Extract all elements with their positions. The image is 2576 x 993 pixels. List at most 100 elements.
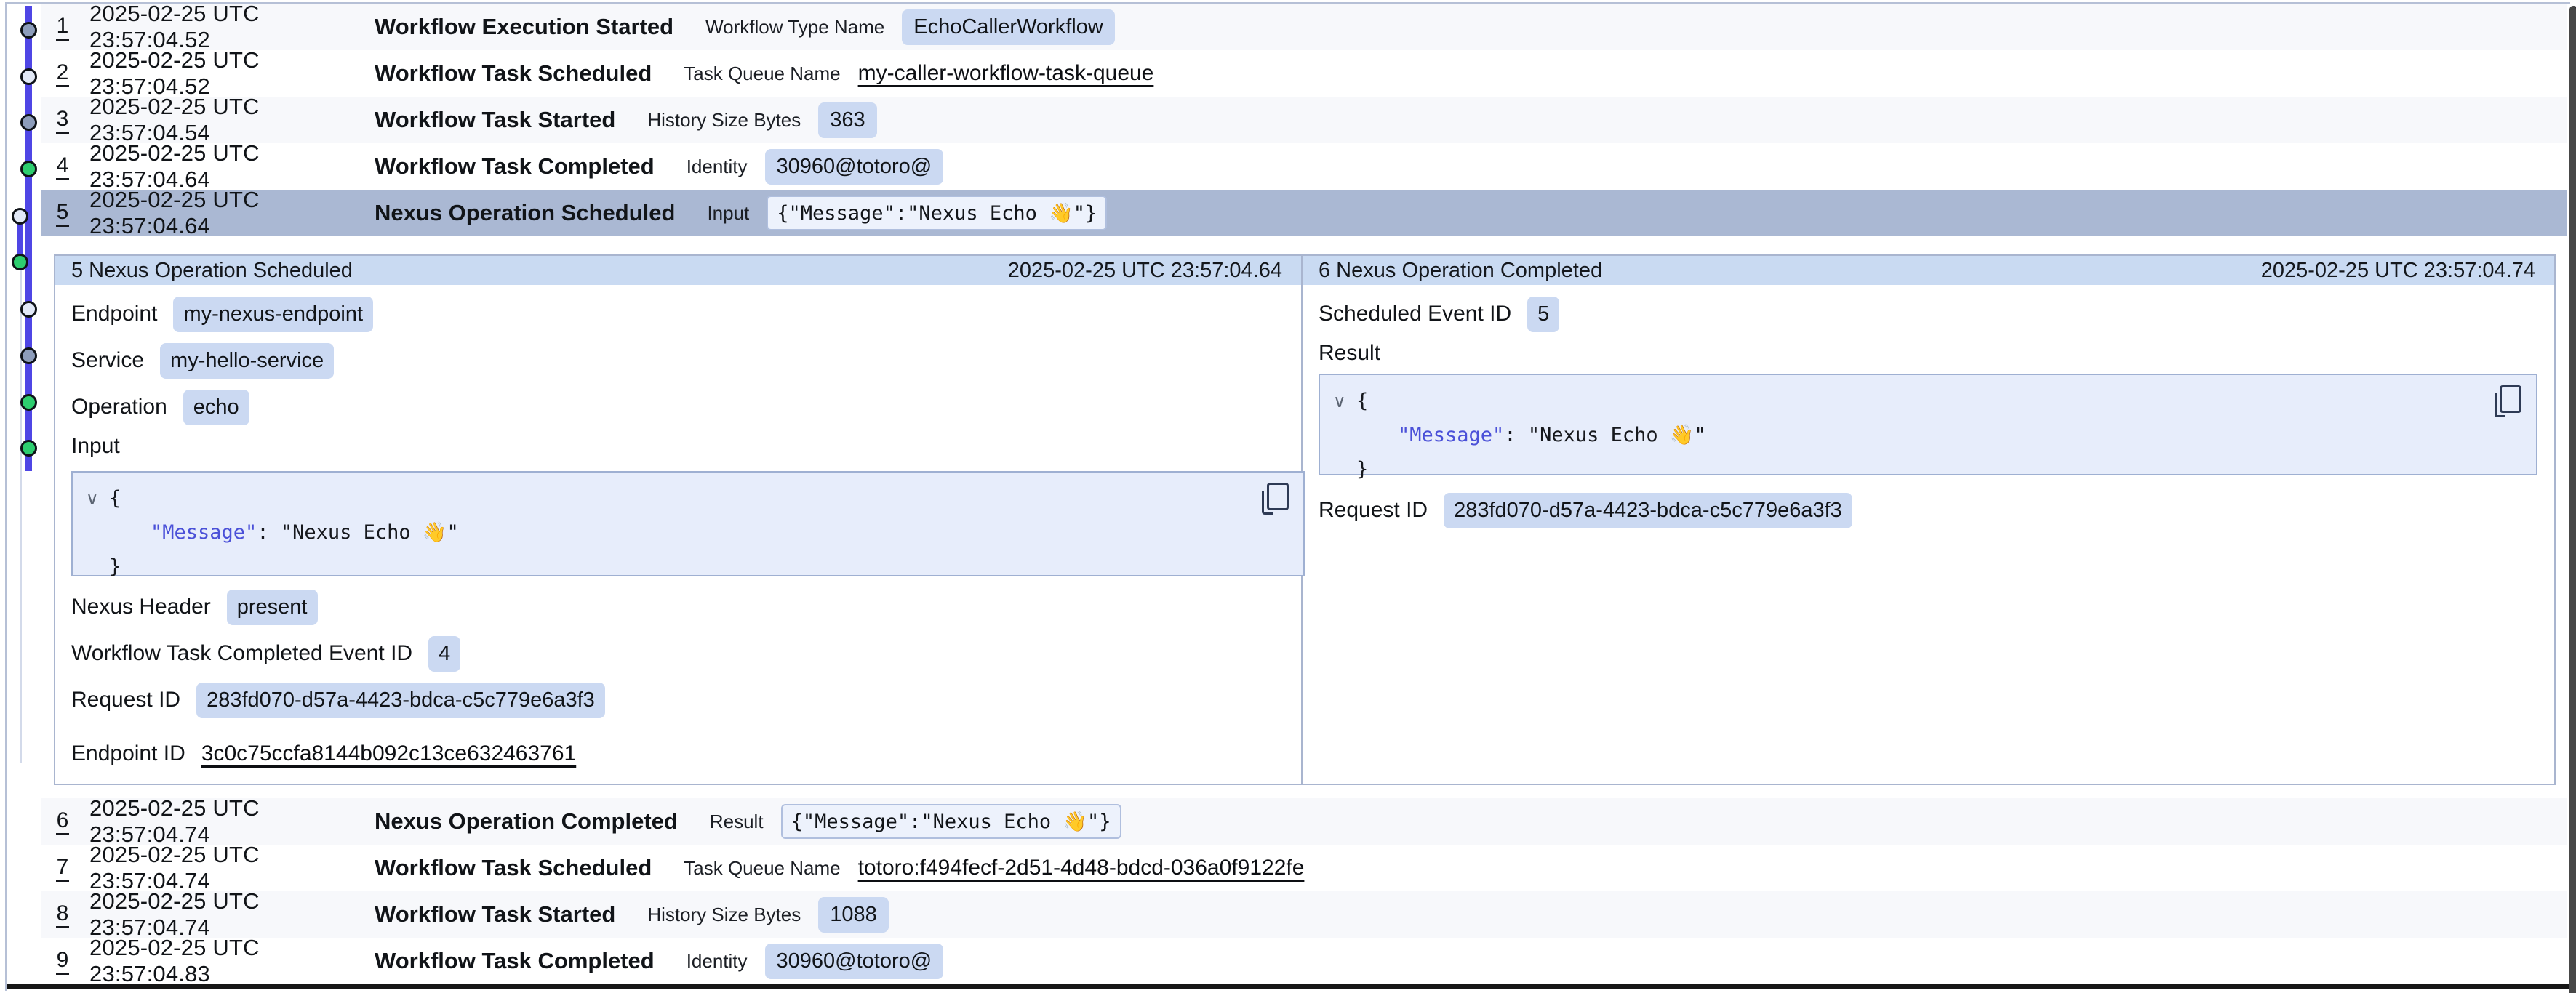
event-id-link[interactable]: 3 [56,107,69,134]
bottom-divider-bar [7,984,2570,989]
timeline-event-dot-scheduled[interactable] [20,68,37,85]
json-key: "Message" [1398,424,1504,446]
event-name: Workflow Task Completed [375,153,655,180]
timeline-event-dot-scheduled[interactable] [12,208,28,225]
nexus-scheduled-panel: 5 Nexus Operation Scheduled 2025-02-25 U… [55,256,1303,784]
panel-timestamp: 2025-02-25 UTC 23:57:04.64 [1008,259,1282,283]
event-row-selected[interactable]: 5 2025-02-25 UTC 23:57:04.64 Nexus Opera… [41,190,2567,236]
field-label: Request ID [1319,498,1428,523]
field-label: Operation [71,395,167,419]
panel-timestamp: 2025-02-25 UTC 23:57:04.74 [2261,259,2535,283]
event-attr-value-badge: EchoCallerWorkflow [902,9,1115,45]
field-value-badge: my-hello-service [160,343,334,379]
event-attr-label: Result [710,811,764,833]
timeline-event-dot-started[interactable] [20,114,37,131]
panel-title: 5 Nexus Operation Scheduled [71,259,353,283]
vertical-scrollbar[interactable] [2569,6,2576,993]
copy-icon[interactable] [1260,483,1289,516]
event-attr-label: Task Queue Name [684,63,840,85]
nexus-completed-panel: 6 Nexus Operation Completed 2025-02-25 U… [1303,256,2554,784]
event-id-link[interactable]: 6 [56,808,69,835]
timeline-event-dot-completed[interactable] [20,394,37,411]
event-row[interactable]: 6 2025-02-25 UTC 23:57:04.74 Nexus Opera… [41,798,2567,845]
event-row[interactable]: 9 2025-02-25 UTC 23:57:04.83 Workflow Ta… [41,938,2567,984]
field-label: Result [1319,341,1380,366]
event-row[interactable]: 3 2025-02-25 UTC 23:57:04.54 Workflow Ta… [41,97,2567,143]
event-attr-label: Workflow Type Name [705,16,884,39]
event-timestamp: 2025-02-25 UTC 23:57:04.83 [89,935,375,987]
event-timestamp: 2025-02-25 UTC 23:57:04.74 [89,888,375,941]
event-row[interactable]: 2 2025-02-25 UTC 23:57:04.52 Workflow Ta… [41,50,2567,97]
event-id-link[interactable]: 9 [56,948,69,975]
event-name: Workflow Task Completed [375,948,655,974]
endpoint-id-link[interactable]: 3c0c75ccfa8144b092c13ce632463761 [201,741,576,766]
json-key: "Message" [151,521,257,544]
event-attr-value-badge: 363 [818,102,876,138]
field-label: Request ID [71,688,180,712]
event-timestamp: 2025-02-25 UTC 23:57:04.54 [89,94,375,146]
timeline-event-dot-started[interactable] [20,347,37,364]
copy-icon[interactable] [2492,385,2521,419]
event-id-link[interactable]: 5 [56,200,69,227]
event-id-link[interactable]: 8 [56,901,69,928]
field-value-badge: echo [183,390,249,425]
event-attr-value-badge: 1088 [818,897,889,933]
field-label: Endpoint [71,302,157,326]
event-name: Nexus Operation Scheduled [375,200,675,226]
event-timestamp: 2025-02-25 UTC 23:57:04.52 [89,47,375,100]
event-row[interactable]: 7 2025-02-25 UTC 23:57:04.74 Workflow Ta… [41,845,2567,891]
event-row[interactable]: 4 2025-02-25 UTC 23:57:04.64 Workflow Ta… [41,143,2567,190]
task-queue-link[interactable]: my-caller-workflow-task-queue [858,61,1154,86]
event-attr-value-code: {"Message":"Nexus Echo 👋"} [781,804,1121,839]
timeline-event-dot-completed[interactable] [20,440,37,457]
event-name: Nexus Operation Completed [375,808,678,835]
json-value: "Nexus Echo 👋" [1528,424,1706,446]
field-label: Endpoint ID [71,741,185,766]
event-attr-label: Input [707,202,749,225]
panel-header: 5 Nexus Operation Scheduled 2025-02-25 U… [55,256,1301,285]
event-id-link[interactable]: 7 [56,855,69,882]
event-attr-value-badge: 30960@totoro@ [765,944,944,979]
event-name: Workflow Task Started [375,107,615,133]
field-label: Service [71,348,144,373]
field-value-badge: 283fd070-d57a-4423-bdca-c5c779e6a3f3 [196,683,605,718]
field-label: Workflow Task Completed Event ID [71,641,412,666]
event-name: Workflow Task Started [375,901,615,928]
event-name: Workflow Task Scheduled [375,855,652,881]
field-value-badge: present [227,590,318,625]
panel-title: 6 Nexus Operation Completed [1319,259,1602,283]
collapse-chevron-icon[interactable]: ∨ [1333,391,1346,411]
collapse-chevron-icon[interactable]: ∨ [86,489,99,509]
json-code-block: ∨ { "Message": "Nexus Echo 👋" } [71,471,1305,576]
field-value-badge: 4 [428,636,460,672]
event-id-link[interactable]: 1 [56,14,69,41]
event-group-detail-panels: 5 Nexus Operation Scheduled 2025-02-25 U… [54,254,2556,785]
event-row[interactable]: 8 2025-02-25 UTC 23:57:04.74 Workflow Ta… [41,891,2567,938]
event-id-link[interactable]: 2 [56,60,69,87]
temporal-workflow-history-page: { "colors": { "timeline_line": "#4f46e5"… [0,0,2576,993]
event-attr-label: Identity [687,156,748,178]
event-timestamp: 2025-02-25 UTC 23:57:04.52 [89,1,375,53]
panel-header: 6 Nexus Operation Completed 2025-02-25 U… [1303,256,2554,285]
task-queue-link[interactable]: totoro:f494fecf-2d51-4d48-bdcd-036a0f912… [858,856,1305,880]
event-attr-label: History Size Bytes [647,904,801,926]
event-attr-value-code: {"Message":"Nexus Echo 👋"} [767,196,1107,230]
event-timestamp: 2025-02-25 UTC 23:57:04.74 [89,842,375,894]
event-timestamp: 2025-02-25 UTC 23:57:04.64 [89,140,375,193]
field-label: Nexus Header [71,595,211,619]
timeline-event-dot-scheduled[interactable] [20,301,37,318]
field-value-badge: my-nexus-endpoint [173,297,373,332]
json-value: "Nexus Echo 👋" [281,521,459,544]
event-timeline-graph [0,0,44,993]
event-timestamp: 2025-02-25 UTC 23:57:04.64 [89,187,375,239]
timeline-event-dot-completed[interactable] [12,254,28,270]
event-attr-label: Task Queue Name [684,857,840,880]
event-name: Workflow Execution Started [375,14,673,40]
timeline-event-dot-started[interactable] [20,22,37,39]
event-timestamp: 2025-02-25 UTC 23:57:04.74 [89,795,375,848]
event-id-link[interactable]: 4 [56,153,69,180]
event-row[interactable]: 1 2025-02-25 UTC 23:57:04.52 Workflow Ex… [41,4,2567,50]
field-label: Scheduled Event ID [1319,302,1511,326]
event-name: Workflow Task Scheduled [375,60,652,87]
timeline-event-dot-completed[interactable] [20,161,37,177]
